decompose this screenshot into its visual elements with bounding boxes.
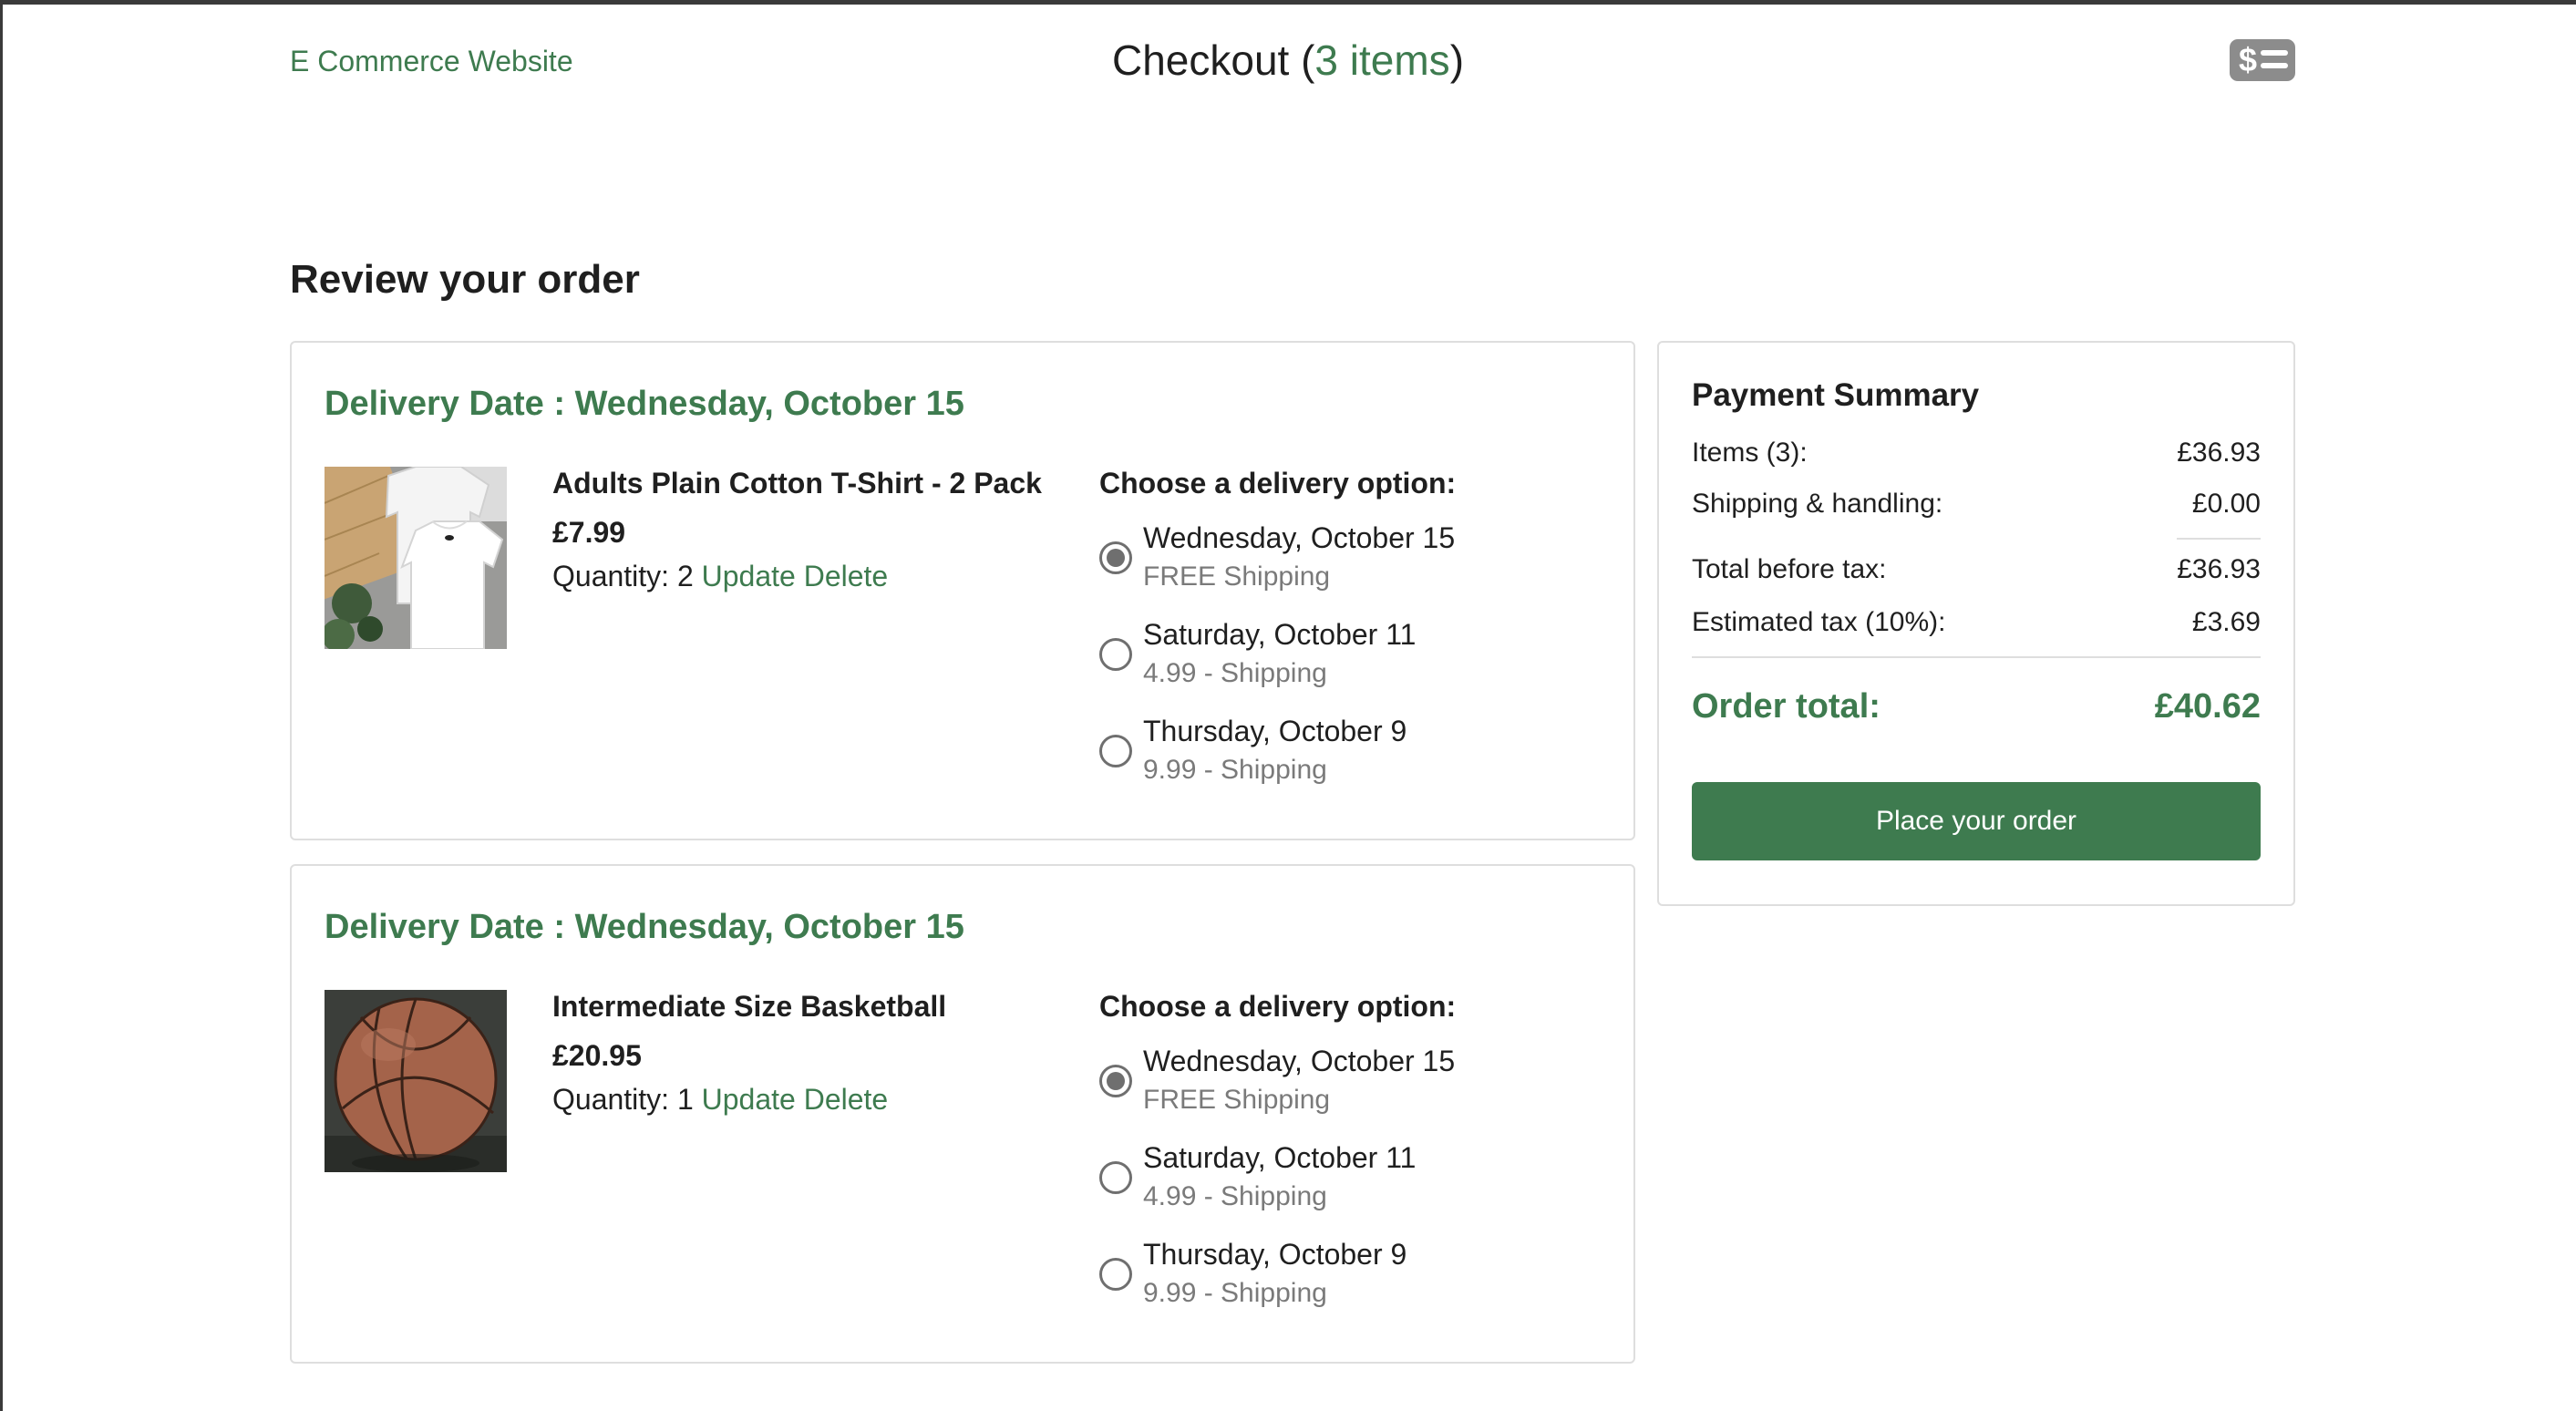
delivery-date: Delivery Date : Wednesday, October 15 [325,385,964,423]
title-prefix: Checkout ( [1111,36,1315,84]
delivery-option-radio[interactable] [1099,1258,1132,1291]
quantity-value: 2 [676,560,694,592]
product-quantity: Quantity: 2 Update Delete [552,560,888,593]
delivery-option[interactable]: Thursday, October 9 9.99 - Shipping [1099,1238,1610,1320]
delivery-option-date: Thursday, October 9 [1143,1238,1407,1271]
page-header-title: Checkout (3 items) [0,36,2576,85]
product-image-basketball [325,990,507,1172]
quantity-label: Quantity: [552,560,677,592]
delivery-option[interactable]: Wednesday, October 15 FREE Shipping [1099,1045,1610,1127]
summary-label: Items (3): [1692,438,1808,468]
delivery-option-date: Saturday, October 11 [1143,1141,1417,1174]
delivery-option-date: Thursday, October 9 [1143,715,1407,747]
summary-value: £36.93 [2177,438,2261,468]
product-name: Adults Plain Cotton T-Shirt - 2 Pack [552,467,1042,500]
summary-value: £36.93 [2177,554,2261,584]
update-quantity-link[interactable]: Update [702,560,796,592]
delivery-option-shipping: 4.99 - Shipping [1143,658,1327,688]
summary-label: Shipping & handling: [1692,489,1943,519]
checkout-header: E Commerce Website Checkout (3 items) $ [0,5,2576,114]
delivery-option-date: Saturday, October 11 [1143,618,1417,651]
delivery-option-radio-selected[interactable] [1099,1065,1132,1097]
delivery-date: Delivery Date : Wednesday, October 15 [325,908,964,946]
delivery-option-shipping: FREE Shipping [1143,1085,1331,1115]
order-total-label: Order total: [1692,687,1880,726]
order-item-card: Delivery Date : Wednesday, October 15 In… [290,864,1635,1364]
delivery-options-heading: Choose a delivery option: [1099,990,1457,1023]
delete-item-link[interactable]: Delete [804,560,889,592]
summary-divider [2177,538,2261,540]
window-left-border [0,0,3,1411]
delivery-option-date: Wednesday, October 15 [1143,1045,1456,1077]
payment-summary-title: Payment Summary [1692,377,1980,413]
place-order-button[interactable]: Place your order [1692,782,2261,860]
order-item-card: Delivery Date : Wednesday, October 15 Ad… [290,341,1635,840]
delivery-options-heading: Choose a delivery option: [1099,467,1457,500]
delivery-option-shipping: FREE Shipping [1143,561,1331,592]
title-suffix: ) [1449,36,1465,84]
delivery-option-radio-selected[interactable] [1099,541,1132,574]
product-price: £20.95 [552,1039,642,1072]
delivery-option[interactable]: Wednesday, October 15 FREE Shipping [1099,521,1610,603]
delivery-option-radio[interactable] [1099,638,1132,671]
product-name: Intermediate Size Basketball [552,990,947,1023]
review-order-title: Review your order [290,257,640,302]
summary-value: £3.69 [2191,607,2261,637]
update-quantity-link[interactable]: Update [702,1083,796,1116]
product-image-tshirt [325,467,507,649]
quantity-label: Quantity: [552,1083,677,1116]
summary-label: Estimated tax (10%): [1692,607,1946,637]
delivery-option[interactable]: Thursday, October 9 9.99 - Shipping [1099,715,1610,797]
delivery-option[interactable]: Saturday, October 11 4.99 - Shipping [1099,1141,1610,1223]
summary-label: Total before tax: [1692,554,1887,584]
delivery-option-date: Wednesday, October 15 [1143,521,1456,554]
summary-value: £0.00 [2191,489,2261,519]
delivery-option-radio[interactable] [1099,735,1132,767]
product-price: £7.99 [552,516,626,549]
delivery-option-radio[interactable] [1099,1161,1132,1194]
delivery-option-shipping: 9.99 - Shipping [1143,755,1327,785]
product-quantity: Quantity: 1 Update Delete [552,1083,888,1117]
quantity-value: 1 [676,1083,694,1116]
payment-summary: Payment Summary Items (3): £36.93 Shippi… [1657,341,2295,906]
order-total-value: £40.62 [2154,687,2261,726]
delete-item-link[interactable]: Delete [804,1083,889,1116]
delivery-option-shipping: 4.99 - Shipping [1143,1181,1327,1211]
delivery-option[interactable]: Saturday, October 11 4.99 - Shipping [1099,618,1610,700]
delivery-option-shipping: 9.99 - Shipping [1143,1278,1327,1308]
dollar-list-icon: $ [2230,39,2295,81]
summary-divider [1692,656,2261,658]
item-count-link[interactable]: 3 items [1314,36,1449,84]
